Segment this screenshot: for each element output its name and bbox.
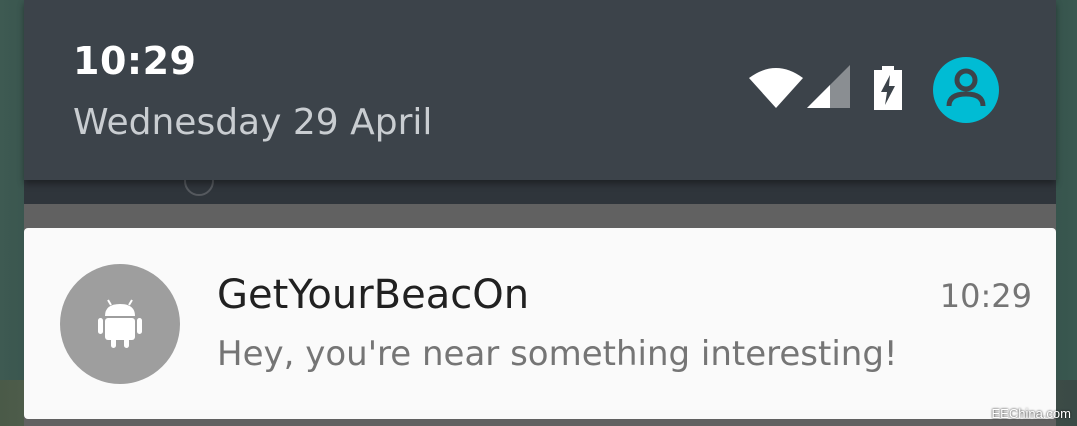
header-clock: 10:29 bbox=[73, 39, 197, 83]
notification-app-icon bbox=[60, 264, 180, 384]
account-circle-icon bbox=[946, 68, 986, 107]
notification-title: GetYourBeacOn bbox=[217, 272, 530, 318]
user-account-button[interactable] bbox=[933, 57, 999, 123]
notification-text: Hey, you're near something interesting! bbox=[217, 334, 898, 374]
wifi-icon bbox=[749, 68, 803, 108]
header-date: Wednesday 29 April bbox=[73, 102, 433, 143]
cell-signal-icon bbox=[807, 65, 850, 108]
battery-charging-icon bbox=[874, 66, 902, 110]
notification-time: 10:29 bbox=[939, 277, 1032, 315]
notification-card[interactable]: GetYourBeacOn 10:29 Hey, you're near som… bbox=[24, 228, 1056, 419]
watermark: EEChina.com bbox=[991, 406, 1071, 421]
quick-settings-peek[interactable] bbox=[24, 166, 1056, 204]
android-icon bbox=[98, 299, 142, 348]
